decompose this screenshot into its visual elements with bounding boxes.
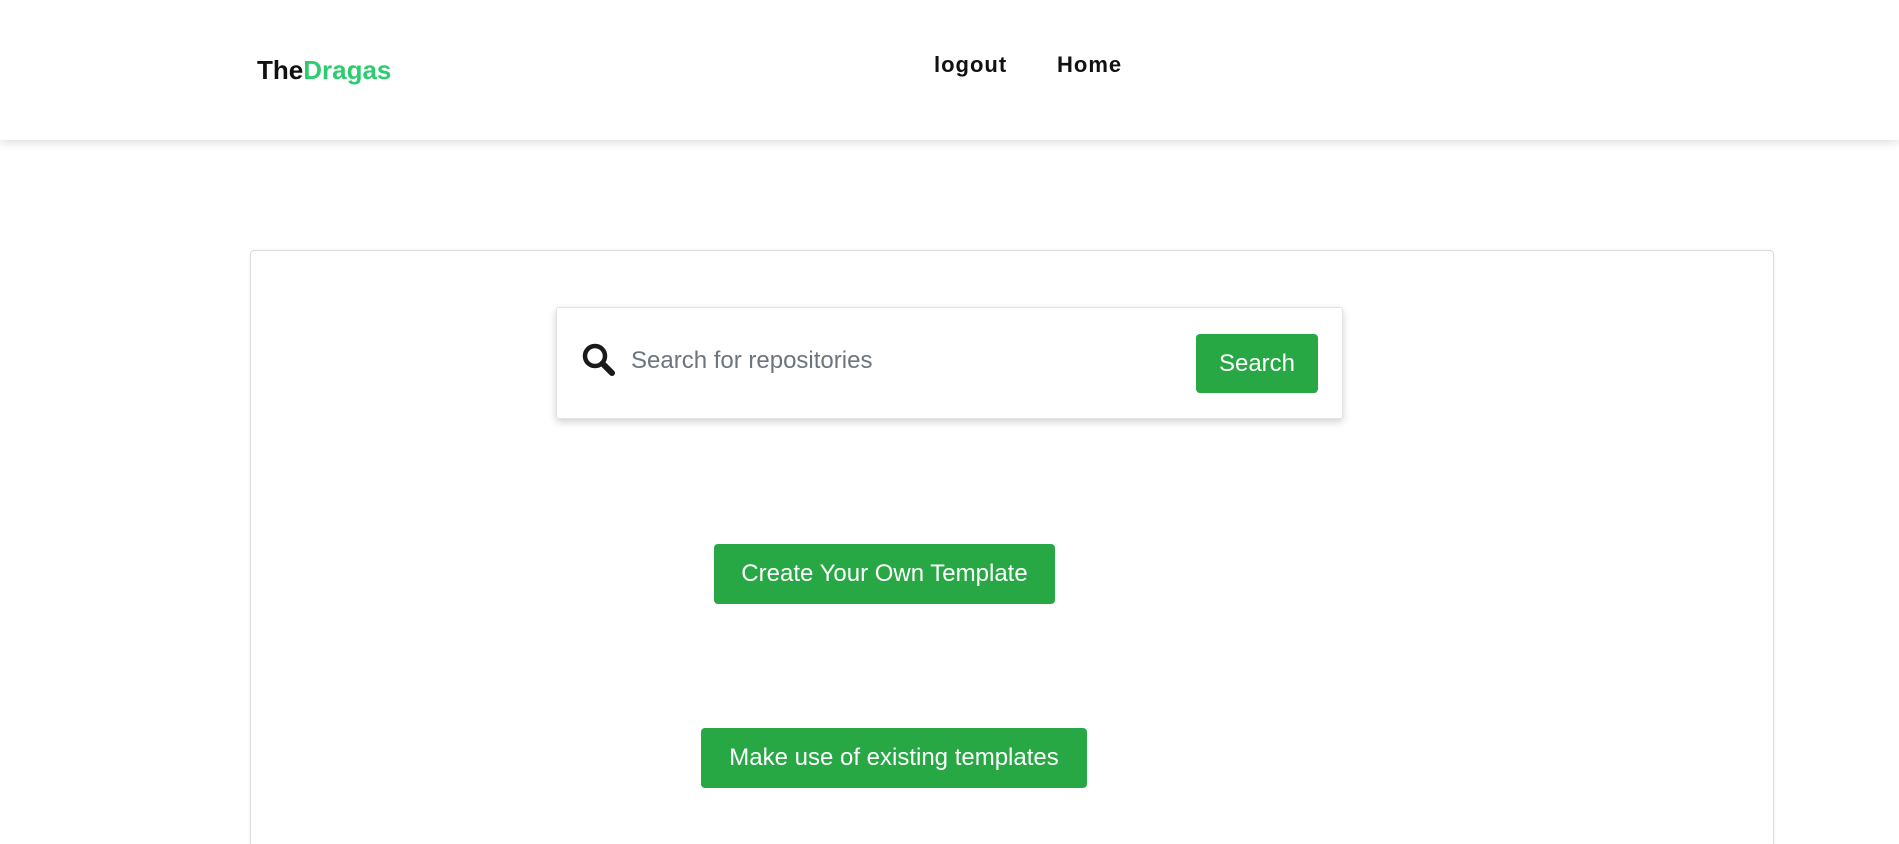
brand-logo[interactable]: TheDragas (257, 55, 391, 86)
existing-templates-button[interactable]: Make use of existing templates (701, 728, 1087, 788)
brand-prefix: The (257, 55, 304, 85)
nav-home-link[interactable]: Home (1057, 52, 1122, 78)
search-button[interactable]: Search (1196, 334, 1318, 393)
search-icon (581, 342, 617, 378)
brand-accent: Dragas (303, 55, 392, 85)
nav-logout-link[interactable]: logout (934, 52, 1007, 78)
create-template-button[interactable]: Create Your Own Template (714, 544, 1055, 604)
search-box: Search (556, 307, 1343, 419)
search-input[interactable] (631, 336, 1061, 386)
navbar: TheDragas logout Home (0, 0, 1899, 140)
